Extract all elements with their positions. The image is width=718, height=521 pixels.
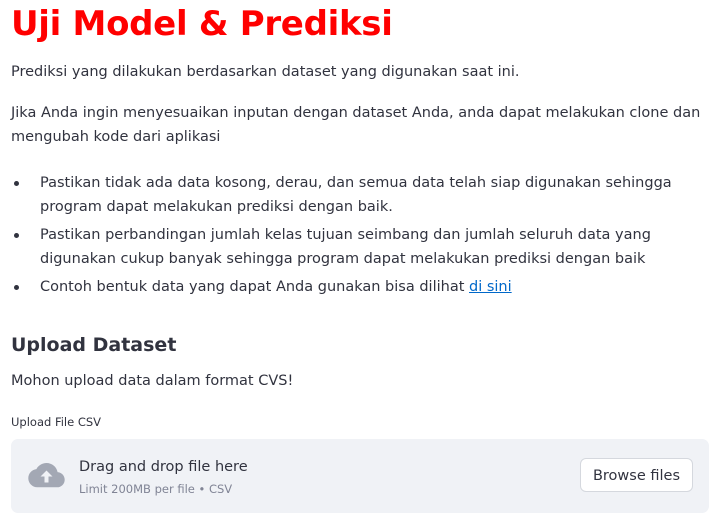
bullet-icon bbox=[14, 285, 19, 290]
upload-dataset-heading: Upload Dataset bbox=[11, 334, 177, 356]
list-item-text: Pastikan tidak ada data kosong, derau, d… bbox=[40, 175, 672, 215]
bullet-icon bbox=[14, 233, 19, 238]
cloud-upload-icon bbox=[28, 463, 65, 488]
file-uploader-label: Upload File CSV bbox=[11, 415, 102, 429]
list-item: Pastikan perbandingan jumlah kelas tujua… bbox=[11, 223, 691, 271]
browse-files-button[interactable]: Browse files bbox=[579, 458, 693, 492]
upload-instruction: Mohon upload data dalam format CVS! bbox=[11, 373, 294, 389]
dropzone-limit-text: Limit 200MB per file • CSV bbox=[79, 482, 233, 496]
list-item: Contoh bentuk data yang dapat Anda gunak… bbox=[11, 275, 691, 299]
clone-info-paragraph: Jika Anda ingin menyesuaikan inputan den… bbox=[11, 105, 701, 145]
list-item: Pastikan tidak ada data kosong, derau, d… bbox=[11, 171, 691, 219]
dropzone-instructions: Drag and drop file here Limit 200MB per … bbox=[79, 457, 248, 498]
example-data-link[interactable]: di sini bbox=[469, 279, 512, 295]
bullet-icon bbox=[14, 181, 19, 186]
main-content: Uji Model & Prediksi Prediksi yang dilak… bbox=[0, 0, 718, 521]
page-title: Uji Model & Prediksi bbox=[11, 4, 393, 44]
requirements-list: Pastikan tidak ada data kosong, derau, d… bbox=[11, 171, 691, 303]
file-dropzone[interactable]: Drag and drop file here Limit 200MB per … bbox=[11, 439, 709, 513]
dropzone-main-text: Drag and drop file here bbox=[79, 459, 248, 475]
list-item-text: Pastikan perbandingan jumlah kelas tujua… bbox=[40, 227, 651, 267]
list-item-text: Contoh bentuk data yang dapat Anda gunak… bbox=[40, 279, 469, 295]
intro-paragraph: Prediksi yang dilakukan berdasarkan data… bbox=[11, 64, 520, 80]
